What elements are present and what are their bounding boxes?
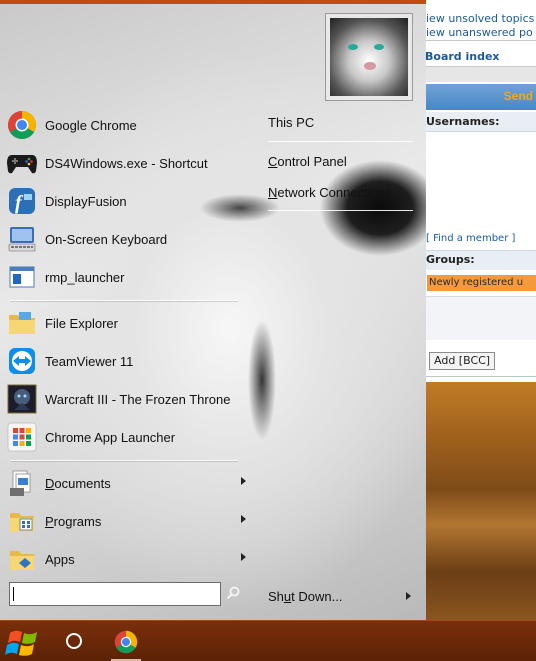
user-avatar[interactable] (325, 13, 413, 101)
windows-start-icon[interactable] (4, 623, 44, 661)
start-menu: Google Chrome DS4Windows.exe - Shortcut … (0, 0, 426, 620)
app-launcher-icon (6, 421, 38, 453)
send-bar: Send (424, 84, 536, 110)
group-option-selected[interactable]: Newly registered u (427, 275, 536, 291)
chrome-icon (6, 109, 38, 141)
keyboard-icon (6, 223, 38, 255)
menu-divider (10, 460, 238, 461)
program-label: rmp_launcher (45, 269, 125, 285)
program-label: Chrome App Launcher (45, 429, 176, 445)
menu-divider (268, 141, 413, 142)
menu-divider (10, 300, 238, 301)
program-label: TeamViewer 11 (45, 353, 134, 369)
program-teamviewer[interactable]: TeamViewer 11 (6, 343, 238, 379)
program-label: DS4Windows.exe - Shortcut (45, 155, 208, 171)
program-file-explorer[interactable]: File Explorer (6, 305, 238, 341)
menu-item-documents[interactable]: Documents (6, 465, 246, 501)
text-caret (13, 587, 14, 601)
program-label: DisplayFusion (45, 193, 127, 209)
network-connections-link[interactable]: Network Connections (268, 185, 392, 200)
program-rmp-launcher[interactable]: rmp_launcher (6, 259, 238, 295)
displayfusion-icon: f (6, 185, 38, 217)
menu-item-apps[interactable]: Apps (6, 541, 246, 577)
add-bcc-button[interactable]: Add [BCC] (429, 352, 496, 370)
shutdown-button[interactable]: Shut Down... (268, 589, 342, 604)
teamviewer-icon (6, 345, 38, 377)
board-index-link[interactable]: Board index (425, 50, 500, 63)
header-strip (424, 66, 536, 82)
window-edge (0, 0, 426, 4)
usernames-label: Usernames: (426, 115, 500, 128)
cortana-icon[interactable] (66, 633, 82, 649)
this-pc-link[interactable]: This PC (268, 115, 314, 130)
divider (424, 40, 536, 41)
apps-icon (6, 543, 38, 575)
search-input[interactable] (9, 582, 221, 606)
send-heading: Send (503, 89, 533, 103)
menu-divider (268, 210, 413, 211)
menu-item-label: Documents (45, 475, 111, 491)
control-panel-link[interactable]: Control Panel (268, 154, 347, 169)
program-ds4windows[interactable]: DS4Windows.exe - Shortcut (6, 145, 238, 181)
groups-label: Groups: (426, 253, 475, 266)
program-google-chrome[interactable]: Google Chrome (6, 107, 238, 143)
find-member-link[interactable]: [ Find a member ] (426, 233, 515, 244)
program-label: Google Chrome (45, 117, 137, 133)
warcraft-icon (6, 383, 38, 415)
program-label: File Explorer (45, 315, 118, 331)
folder-icon (6, 307, 38, 339)
documents-icon (6, 467, 38, 499)
program-warcraft-iii[interactable]: Warcraft III - The Frozen Throne (6, 381, 238, 417)
tiger-avatar-icon (330, 18, 408, 96)
program-displayfusion[interactable]: f DisplayFusion (6, 183, 238, 219)
submenu-arrow-icon (241, 553, 246, 561)
program-on-screen-keyboard[interactable]: On-Screen Keyboard (6, 221, 238, 257)
view-unsolved-link[interactable]: iew unsolved topics (426, 12, 534, 25)
menu-item-label: Apps (45, 551, 75, 567)
search-icon[interactable] (226, 586, 240, 600)
gamepad-icon (6, 147, 38, 179)
program-label: On-Screen Keyboard (45, 231, 168, 247)
menu-item-programs[interactable]: Programs (6, 503, 246, 539)
program-chrome-app-launcher[interactable]: Chrome App Launcher (6, 419, 238, 455)
taskbar (0, 620, 536, 661)
groups-list (424, 296, 536, 340)
menu-item-label: Programs (45, 513, 102, 529)
program-label: Warcraft III - The Frozen Throne (45, 391, 231, 407)
programs-icon (6, 505, 38, 537)
submenu-arrow-icon (241, 515, 246, 523)
shutdown-options-arrow-icon[interactable] (406, 592, 411, 600)
taskbar-chrome-icon[interactable] (108, 624, 144, 660)
submenu-arrow-icon (241, 477, 246, 485)
app-window-icon (6, 261, 38, 293)
view-unanswered-link[interactable]: iew unanswered po (426, 26, 533, 39)
divider (424, 376, 536, 377)
